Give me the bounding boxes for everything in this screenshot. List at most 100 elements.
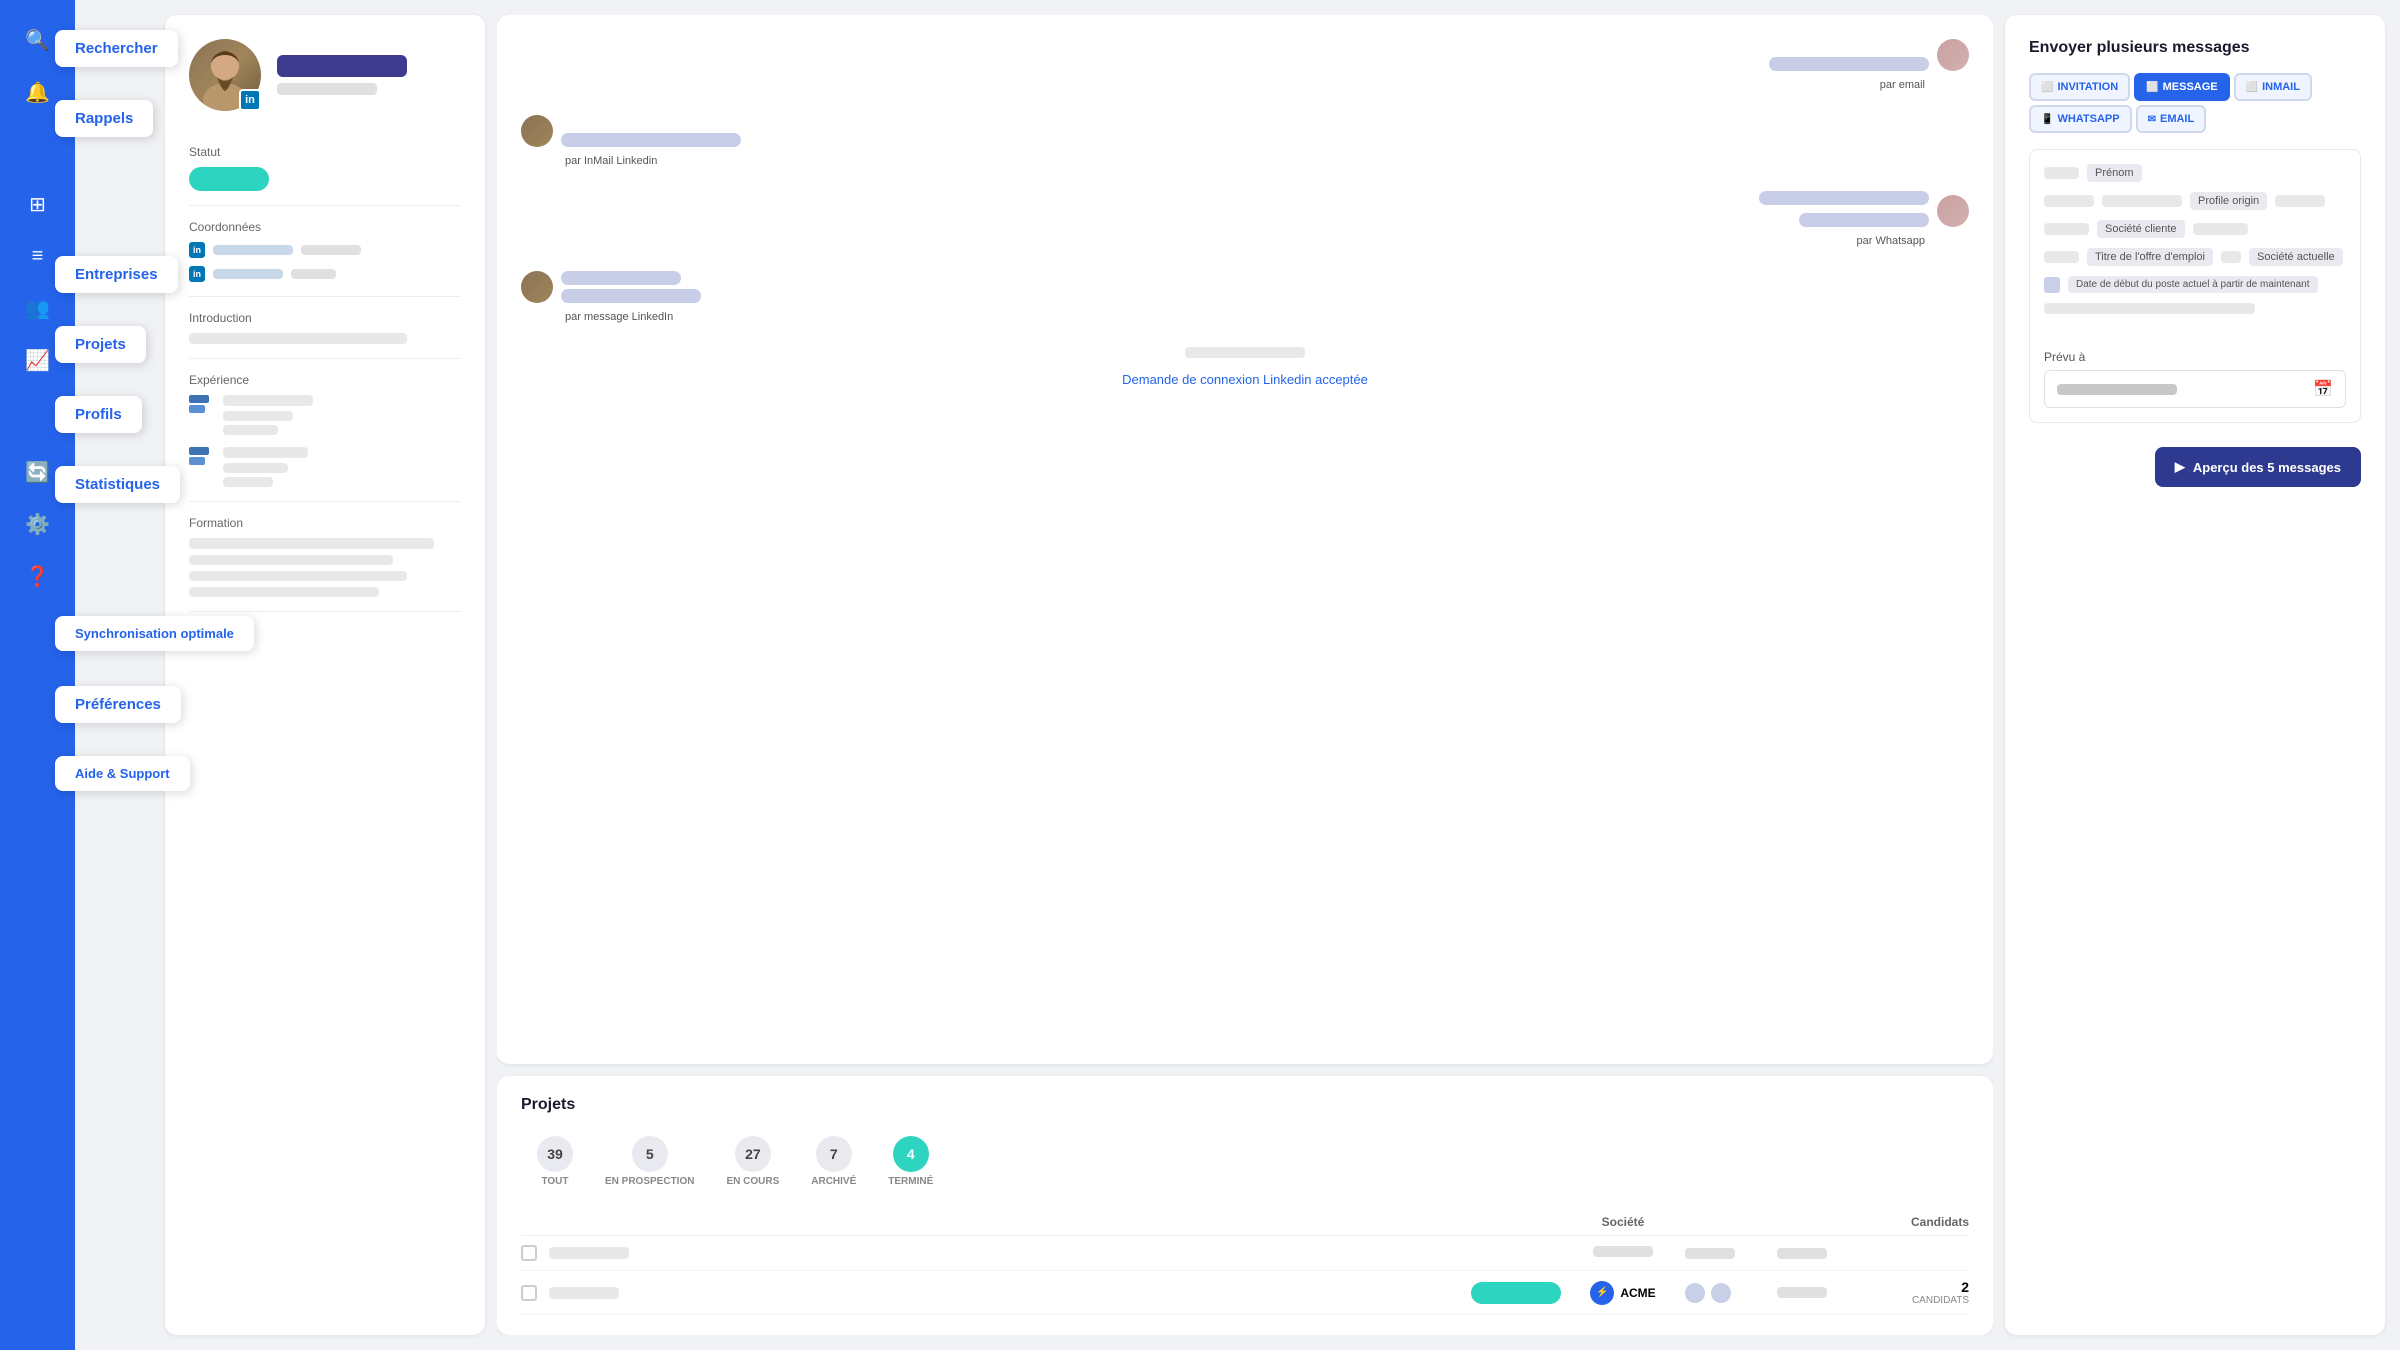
stat-termine[interactable]: 4 TERMINÉ [872, 1128, 949, 1195]
coord-bar-3 [213, 269, 283, 279]
sidebar-item-synchronisation[interactable]: Synchronisation optimale [55, 616, 254, 651]
stat-label-prospection: EN PROSPECTION [605, 1176, 694, 1187]
msg-bubble-li-2 [561, 289, 701, 303]
sidebar-icon-bell[interactable]: 🔔 [18, 72, 58, 112]
tag-societe-actuelle[interactable]: Société actuelle [2249, 248, 2343, 266]
sidebar-icon-people[interactable]: 👥 [18, 288, 58, 328]
tag-societe-cliente[interactable]: Société cliente [2097, 220, 2185, 238]
sidebar-icon-list[interactable]: ≡ [18, 236, 58, 276]
inmail-label: par InMail Linkedin [521, 155, 1969, 167]
acme-candidats-label: CANDIDATS [1869, 1295, 1969, 1306]
msg-bubble-1 [1769, 57, 1929, 71]
preview-button[interactable]: ▶ Aperçu des 5 messages [2155, 447, 2361, 487]
date-checkbox [2044, 277, 2060, 293]
message-group-linkedin: par message LinkedIn [521, 271, 1969, 323]
statut-badge[interactable] [189, 167, 269, 191]
col-societe: Société [1573, 1215, 1673, 1229]
coord-bar-1 [213, 245, 293, 255]
tag-titre-offre[interactable]: Titre de l'offre d'emploi [2087, 248, 2213, 266]
linkedin-badge: in [239, 89, 261, 111]
stat-number-en-cours: 27 [735, 1136, 771, 1172]
intro-bar [189, 333, 407, 344]
acme-status-bar [1471, 1282, 1561, 1304]
profile-title-bar [277, 83, 377, 95]
compose-field-prenom: Prénom [2044, 164, 2346, 182]
message-icon: ⬜ [2146, 82, 2158, 93]
sidebar-item-rechercher[interactable]: Rechercher [55, 30, 178, 67]
stat-tout[interactable]: 39 TOUT [521, 1128, 589, 1195]
profile-experience-field: Expérience [189, 359, 461, 502]
compose-field-societe: Société cliente [2044, 220, 2346, 238]
coord-bar-2 [301, 245, 361, 255]
invitation-icon: ⬜ [2041, 82, 2053, 93]
sidebar-item-aide[interactable]: Aide & Support [55, 756, 190, 791]
profile-name-bar [277, 55, 407, 77]
compose-field-profile: Profile origin [2044, 192, 2346, 210]
message-type-tabs: ⬜ INVITATION ⬜ MESSAGE ⬜ INMAIL 📱 WHATSA… [2029, 73, 2361, 133]
tab-email[interactable]: ✉ EMAIL [2136, 105, 2207, 133]
sidebar-item-preferences[interactable]: Préférences [55, 686, 181, 723]
exp-logo-1 [189, 395, 213, 419]
avatar-right-whatsapp [1937, 195, 1969, 227]
row-checkbox-acme[interactable] [521, 1285, 537, 1301]
tab-invitation[interactable]: ⬜ INVITATION [2029, 73, 2130, 101]
tab-inmail[interactable]: ⬜ INMAIL [2234, 73, 2312, 101]
sidebar-item-rappels[interactable]: Rappels [55, 100, 153, 137]
tag-prenom[interactable]: Prénom [2087, 164, 2142, 182]
sidebar-icon-gear[interactable]: ⚙️ [18, 504, 58, 544]
projects-panel: Projets 39 TOUT 5 EN PROSPECTION 27 EN C… [497, 1076, 1993, 1335]
send-messages-title: Envoyer plusieurs messages [2029, 39, 2361, 57]
sidebar-item-profils[interactable]: Profils [55, 396, 142, 433]
stat-label-tout: TOUT [541, 1176, 568, 1187]
calendar-icon: 📅 [2313, 379, 2333, 399]
scheduled-label: Prévu à [2044, 350, 2346, 364]
sidebar-icon-sync[interactable]: 🔄 [18, 452, 58, 492]
sidebar-icon-chart[interactable]: 📈 [18, 340, 58, 380]
sidebar-icon-help[interactable]: ❓ [18, 556, 58, 596]
stat-number-prospection: 5 [632, 1136, 668, 1172]
stat-number-termine: 4 [893, 1136, 929, 1172]
project-table-header: Société Candidats [521, 1209, 1969, 1236]
msg-bubble-inmail [561, 133, 741, 147]
stat-en-cours[interactable]: 27 EN COURS [710, 1128, 795, 1195]
acme-company-icon: ⚡ [1590, 1281, 1614, 1305]
col-candidats: Candidats [1869, 1215, 1969, 1229]
acme-candidats-count: 2 [1869, 1279, 1969, 1295]
scheduled-input[interactable]: 📅 [2044, 370, 2346, 408]
email-tab-icon: ✉ [2148, 114, 2156, 125]
compose-field-date: Date de début du poste actuel à partir d… [2044, 276, 2346, 293]
stat-label-en-cours: EN COURS [726, 1176, 779, 1187]
tab-message[interactable]: ⬜ MESSAGE [2134, 73, 2229, 101]
stat-prospection[interactable]: 5 EN PROSPECTION [589, 1128, 710, 1195]
coordonnees-label: Coordonnées [189, 220, 461, 234]
profile-introduction-field: Introduction [189, 297, 461, 359]
tag-date-debut[interactable]: Date de début du poste actuel à partir d… [2068, 276, 2318, 293]
formation-label: Formation [189, 516, 461, 530]
message-group-inmail: par InMail Linkedin [521, 115, 1969, 167]
statut-label: Statut [189, 145, 461, 159]
tab-whatsapp[interactable]: 📱 WHATSAPP [2029, 105, 2132, 133]
send-icon: ▶ [2175, 459, 2185, 475]
candidate-dot-1 [1685, 1283, 1705, 1303]
stat-number-tout: 39 [537, 1136, 573, 1172]
sidebar-item-statistiques[interactable]: Statistiques [55, 466, 180, 503]
tag-profile-origin[interactable]: Profile origin [2190, 192, 2267, 210]
profile-formation-field: Formation [189, 502, 461, 612]
msg-bubble-li-1 [561, 271, 681, 285]
sidebar-icon-grid[interactable]: ⊞ [18, 184, 58, 224]
profile-panel: in Statut Coordonnées in in [165, 15, 485, 1335]
experience-label: Expérience [189, 373, 461, 387]
sidebar: 🔍 🔔 ⊞ ≡ 👥 📈 🔄 ⚙️ ❓ [0, 0, 75, 1350]
right-panel: Envoyer plusieurs messages ⬜ INVITATION … [2005, 15, 2385, 1335]
messages-panel: par email par InMail Linkedin [497, 15, 1993, 1064]
acme-company-name: ACME [1620, 1286, 1655, 1300]
sidebar-item-entreprises[interactable]: Entreprises [55, 256, 178, 293]
stat-archive[interactable]: 7 ARCHIVÉ [795, 1128, 872, 1195]
projects-title: Projets [521, 1096, 1969, 1114]
profile-header: in [189, 39, 461, 111]
avatar: in [189, 39, 261, 111]
coord-bar-4 [291, 269, 336, 279]
sidebar-item-projets[interactable]: Projets [55, 326, 146, 363]
sidebar-icon-search[interactable]: 🔍 [18, 20, 58, 60]
row-checkbox-1[interactable] [521, 1245, 537, 1261]
